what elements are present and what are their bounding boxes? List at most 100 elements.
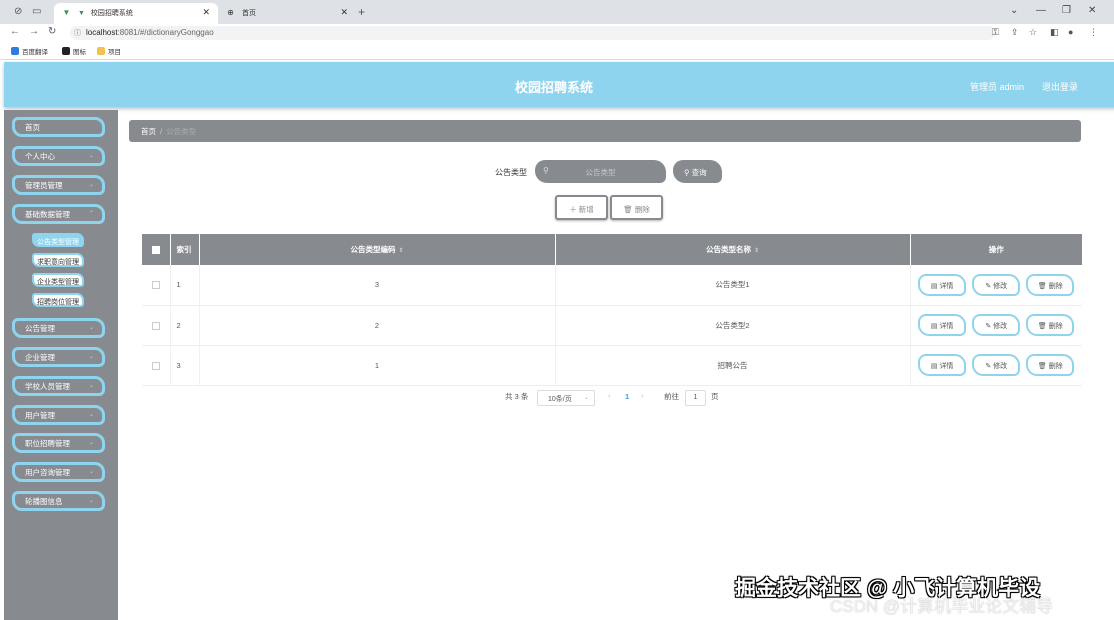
edit-button[interactable]: ✎ 修改 [972, 314, 1021, 336]
sidebar-item-label: 公告管理 [25, 324, 55, 333]
detail-button[interactable]: ▤ 详情 [918, 273, 967, 296]
query-button-label: 查询 [691, 168, 707, 177]
delete-button[interactable]: 🗑 删除 [1026, 354, 1075, 376]
sidebar-item-label: 轮播图信息 [25, 497, 63, 506]
sidebar-item-admin[interactable]: 管理员管理 ⌄ [12, 175, 105, 195]
reload-icon[interactable]: ↻ [48, 26, 56, 37]
table-header-row: 索引 公告类型编码 ⇕ 公告类型名称 ⇕ 操作 [142, 234, 1082, 265]
row-select-cell [142, 345, 171, 386]
row-checkbox[interactable] [151, 361, 160, 370]
tab-title: 校园招聘系统 [90, 10, 133, 17]
detail-button[interactable]: ▤ 详情 [918, 314, 967, 336]
search-input[interactable]: ⚲ 公告类型 [535, 160, 666, 183]
maximize-icon[interactable]: ❐ [1062, 5, 1071, 16]
edit-button-label: 修改 [993, 363, 1008, 370]
sidebar-subitem-position[interactable]: 招聘岗位管理 [32, 293, 84, 307]
sort-icon[interactable]: ⇕ [398, 248, 403, 254]
folder-icon [97, 47, 105, 55]
bookmark-label: 项目 [108, 49, 121, 56]
star-icon[interactable]: ☆ [1029, 27, 1037, 38]
share-icon[interactable]: ⇪ [1011, 27, 1019, 38]
bookmark-project[interactable]: 项目 [97, 46, 121, 56]
cell-index: 2 [170, 305, 200, 346]
bookmark-icons[interactable]: 图标 [62, 46, 86, 56]
new-tab-button[interactable]: + [358, 5, 365, 19]
next-page-icon[interactable]: › [641, 391, 644, 400]
cell-code: 3 [199, 265, 556, 306]
detail-button-label: 详情 [939, 323, 954, 330]
close-window-icon[interactable]: ✕ [1088, 5, 1096, 16]
side-panel-icon[interactable]: ◧ [1050, 27, 1059, 38]
chrome-icon[interactable]: ⊘ [14, 6, 22, 17]
sidebar-subitem-company-type[interactable]: 企业类型管理 [32, 273, 84, 287]
goto-page-input[interactable]: 1 [685, 390, 706, 406]
forward-icon[interactable]: → [29, 26, 39, 37]
page-number-current[interactable]: 1 [625, 392, 629, 401]
sidebar-item-label: 用户咨询管理 [25, 468, 70, 477]
breadcrumb-home[interactable]: 首页 [141, 127, 156, 136]
batch-delete-button[interactable]: 🗑 删除 [610, 195, 663, 220]
sidebar-item-school-staff[interactable]: 学校人员管理 ⌄ [12, 376, 105, 396]
sidebar-item-job-posting[interactable]: 职位招聘管理 ⌄ [12, 433, 105, 453]
address-bar-row: ← → ↻ ⓘ localhost:8081/#/dictionaryGongg… [0, 24, 1114, 42]
key-icon[interactable]: ⚿ [992, 27, 999, 38]
column-header-name[interactable]: 公告类型名称 ⇕ [555, 234, 911, 265]
detail-button[interactable]: ▤ 详情 [918, 354, 967, 376]
minimize-icon[interactable]: — [1036, 5, 1046, 16]
browser-tab-active[interactable]: ▼ ▼ 校园招聘系统 ✕ [54, 3, 218, 24]
sidebar-item-personal-center[interactable]: 个人中心 ⌄ [12, 146, 105, 166]
tab-title: 首页 [241, 10, 256, 17]
breadcrumb: 首页 / 公告类型 [129, 120, 1081, 142]
table-row: 2 2 公告类型2 ▤ 详情 ✎ 修改 🗑 删除 [142, 305, 1082, 346]
query-button[interactable]: ⚲ 查询 [673, 160, 722, 183]
sidebar-subitem-notice-type[interactable]: 公告类型管理 [32, 233, 84, 247]
close-tab-icon[interactable]: ✕ [340, 7, 348, 18]
sidebar-item-company[interactable]: 企业管理 ⌄ [12, 347, 105, 367]
profile-icon[interactable]: ● [1068, 27, 1073, 37]
pagination-total: 共 3 条 [505, 392, 529, 401]
chevron-down-icon: ⌄ [88, 440, 94, 446]
chevron-down-icon: ⌄ [88, 469, 94, 475]
prev-page-icon[interactable]: ‹ [608, 391, 611, 400]
sidebar-subitem-job-intent[interactable]: 求职意向管理 [32, 253, 84, 267]
delete-button[interactable]: 🗑 删除 [1026, 314, 1075, 336]
translate-icon [11, 47, 19, 55]
sidebar-item-home[interactable]: 首页 [12, 117, 105, 137]
menu-dots-icon[interactable]: ⋮ [1089, 27, 1098, 38]
browser-tab[interactable]: ⊕ 首页 ✕ [218, 3, 356, 24]
back-icon[interactable]: ← [10, 26, 20, 37]
notice-type-table: 索引 公告类型编码 ⇕ 公告类型名称 ⇕ 操作 1 3 公告类型1 ▤ 详情 ✎ 修… [142, 234, 1082, 386]
tab-group-icon[interactable]: ▭ [32, 6, 41, 17]
sort-icon[interactable]: ⇕ [754, 248, 759, 254]
close-tab-icon[interactable]: ✕ [202, 7, 210, 18]
table-row: 1 3 公告类型1 ▤ 详情 ✎ 修改 🗑 删除 [142, 265, 1082, 306]
edit-button-label: 修改 [993, 282, 1008, 290]
sidebar-item-label: 个人中心 [25, 152, 55, 161]
sidebar-item-users[interactable]: 用户管理 ⌄ [12, 405, 105, 425]
app-title: 校园招聘系统 [514, 80, 593, 95]
edit-button[interactable]: ✎ 修改 [972, 354, 1021, 376]
sidebar-item-base-data[interactable]: 基础数据管理 ⌃ [12, 204, 105, 224]
edit-button[interactable]: ✎ 修改 [972, 273, 1021, 296]
bookmark-translate[interactable]: 百度翻译 [11, 46, 48, 56]
select-all-checkbox[interactable] [151, 246, 160, 254]
breadcrumb-current: 公告类型 [166, 127, 197, 136]
sidebar-subitem-label: 企业类型管理 [37, 279, 79, 286]
search-icon: ⚲ [684, 168, 690, 177]
bookmark-label: 百度翻译 [22, 49, 48, 56]
sidebar-subitem-label: 求职意向管理 [37, 259, 79, 266]
row-checkbox[interactable] [151, 281, 160, 290]
delete-button[interactable]: 🗑 删除 [1026, 273, 1075, 296]
column-header-code[interactable]: 公告类型编码 ⇕ [199, 234, 556, 265]
row-checkbox[interactable] [151, 321, 160, 330]
sidebar-item-consult[interactable]: 用户咨询管理 ⌄ [12, 462, 105, 482]
chevron-down-icon[interactable]: ⌄ [1010, 5, 1018, 16]
page-size-select[interactable]: 10条/页 ⌄ [537, 390, 595, 406]
url-field[interactable]: ⓘ localhost:8081/#/dictionaryGonggao [70, 26, 995, 40]
detail-button-label: 详情 [939, 282, 954, 290]
add-button[interactable]: ＋ 新增 [555, 195, 608, 220]
column-header-index: 索引 [170, 234, 200, 265]
sidebar-item-notice[interactable]: 公告管理 ⌄ [12, 318, 105, 338]
logout-link[interactable]: 退出登录 [1042, 80, 1078, 93]
sidebar-item-carousel[interactable]: 轮播图信息 ⌄ [12, 491, 105, 511]
